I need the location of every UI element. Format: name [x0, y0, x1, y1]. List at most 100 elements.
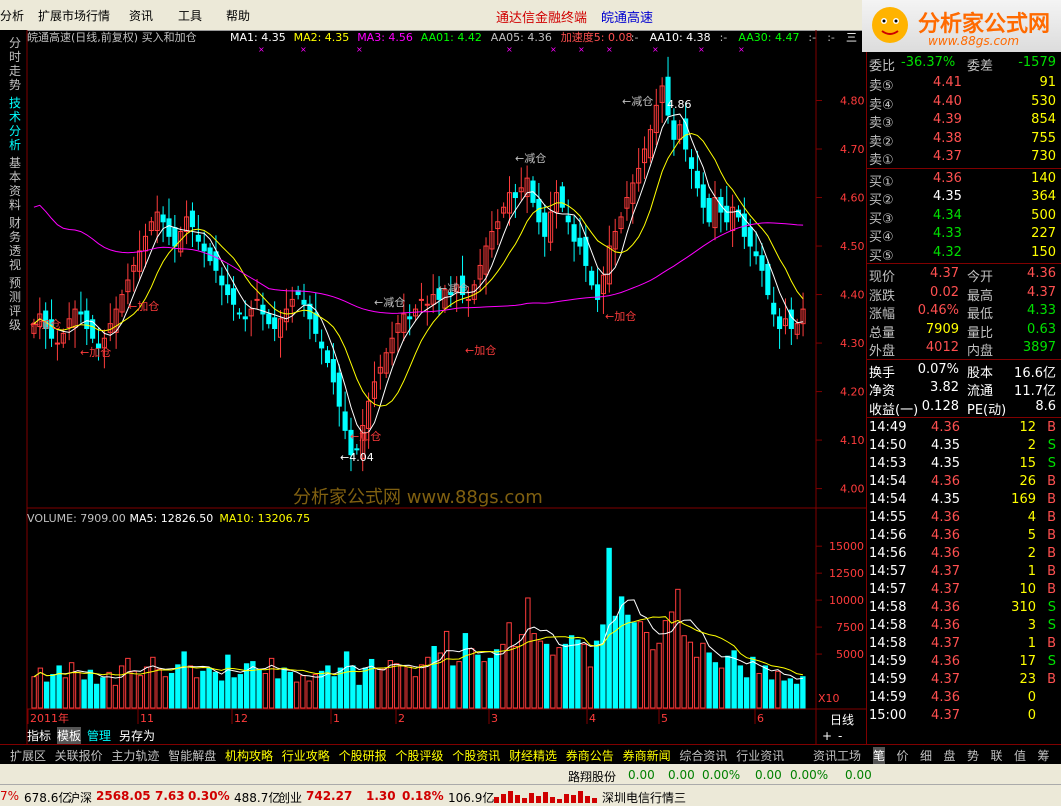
volume-bar: [137, 675, 144, 709]
sell-volume: 530: [1031, 93, 1056, 109]
bottom-tab[interactable]: 券商公告: [566, 747, 614, 764]
bottom-tab[interactable]: 机构攻略: [225, 747, 273, 764]
detail-tab[interactable]: 价: [897, 747, 909, 764]
volume-bar: [75, 671, 81, 709]
ticker-v3: 0.00%: [702, 768, 741, 782]
stat-label2: 今开: [967, 270, 994, 285]
volume-bar: [262, 672, 269, 709]
candle-body: [700, 184, 706, 208]
tick-time: 14:56: [869, 546, 907, 561]
tick-side: B: [1047, 474, 1056, 489]
bottom-tab[interactable]: 主力轨迹: [111, 747, 159, 764]
detail-tab[interactable]: 盘: [944, 747, 956, 764]
detail-tab[interactable]: 势: [967, 747, 979, 764]
tick-time: 14:53: [869, 456, 907, 471]
tick-volume: 12: [1019, 420, 1036, 435]
bottom-tab[interactable]: 资讯工场: [813, 747, 861, 764]
bottom-tab[interactable]: 个股资讯: [452, 747, 500, 764]
header-item: 加速度5: 0.08: [561, 30, 633, 44]
candle-body: [747, 227, 753, 247]
candle-body: [694, 170, 700, 189]
volume-bar: [762, 665, 769, 709]
weidiff-value: -1579: [1018, 55, 1056, 70]
buy-price: 4.32: [933, 244, 962, 260]
volume-bar: [181, 651, 187, 709]
bottom-tab[interactable]: 智能解盘: [168, 747, 216, 764]
tick-volume: 310: [1011, 600, 1036, 615]
tick-time: 14:56: [869, 528, 907, 543]
sell-price: 4.41: [933, 75, 962, 90]
logo: 分析家公式网 www.88gs.com: [862, 0, 1061, 52]
trade-annotation: ←加仓: [80, 345, 111, 359]
detail-tab[interactable]: 筹: [1038, 747, 1050, 764]
stat-label: 总量: [869, 325, 896, 341]
detail-tab[interactable]: 值: [1014, 747, 1026, 764]
header-marker: ×: [652, 45, 659, 54]
sell-label: 卖②: [869, 134, 894, 150]
candle-body: [671, 120, 677, 140]
bottom-tab[interactable]: 行业攻略: [282, 747, 330, 764]
bottom-tab[interactable]: 扩展区: [10, 747, 46, 764]
zoom-in-button[interactable]: +: [822, 729, 832, 743]
x-tick-label: 12: [234, 712, 248, 725]
tick-time: 14:54: [869, 474, 907, 489]
stat-label: 现价: [869, 270, 896, 285]
detail-tab[interactable]: 细: [920, 747, 932, 764]
manage-button[interactable]: 管理: [87, 727, 111, 744]
bottom-tab[interactable]: 财经精选: [509, 747, 557, 764]
header-item: AA05: 4.36: [491, 31, 552, 44]
volume-tick-label: 15000: [829, 540, 864, 553]
tick-side: S: [1047, 456, 1056, 471]
volume-bar: [118, 665, 125, 709]
tick-time: 14:59: [869, 672, 907, 687]
candle-body: [342, 411, 348, 431]
tick-row: 14:55 4.36 4 B: [869, 509, 1060, 527]
volume-bar: [150, 656, 156, 709]
volume-bar: [637, 621, 644, 709]
buy-label: 买②: [869, 193, 894, 208]
price-tick-label: 4.70: [840, 143, 865, 156]
market-breadth-bar: [550, 797, 555, 803]
volume-bar: [750, 656, 756, 709]
tick-volume: 23: [1019, 672, 1036, 687]
tick-row: 14:54 4.36 26 B: [869, 473, 1060, 491]
sell-level-row: 卖① 4.37 730: [869, 148, 1060, 168]
bottom-tab[interactable]: 个股评级: [395, 747, 443, 764]
volume-header-item: MA5: 12826.50: [130, 512, 214, 525]
stat-value: 4012: [925, 340, 959, 355]
bottom-tab[interactable]: 行业资讯: [736, 747, 784, 764]
bottom-tab[interactable]: 综合资讯: [679, 747, 727, 764]
stat-label2: 最低: [967, 307, 994, 322]
sell-price: 4.37: [933, 149, 962, 164]
volume-bar: [681, 635, 687, 709]
tick-time: 14:58: [869, 618, 907, 633]
volume-bar: [400, 665, 406, 709]
stat-label: 涨跌: [869, 288, 896, 304]
status-sh-pct: 7%: [0, 789, 20, 803]
volume-bar: [50, 674, 56, 709]
detail-tab[interactable]: 笔: [873, 747, 886, 764]
detail-tab[interactable]: 联: [991, 747, 1003, 764]
tick-row: 14:58 4.37 1 B: [869, 635, 1060, 653]
save-as-button[interactable]: 另存为: [119, 727, 155, 744]
template-button[interactable]: 模板: [57, 727, 82, 744]
bottom-tab[interactable]: 关联报价: [55, 747, 103, 764]
candle-body: [242, 316, 248, 320]
candle-body: [354, 448, 360, 451]
period-label[interactable]: 日线: [830, 711, 854, 728]
market-bars-icon: [494, 791, 597, 803]
header-item: :-: [808, 31, 816, 44]
market-breadth-bar: [494, 797, 499, 803]
header-marker: ×: [550, 45, 557, 54]
zoom-out-button[interactable]: -: [838, 729, 842, 743]
tick-volume: 1: [1027, 564, 1036, 579]
quote-stat-row: 现价 4.37 今开 4.36: [869, 265, 1060, 285]
quote-stat-row: 外盘 4012 内盘 3897: [869, 339, 1060, 359]
candle-body: [201, 243, 207, 252]
candle-body: [542, 212, 548, 237]
indicator-button[interactable]: 指标: [27, 727, 51, 744]
bottom-tab[interactable]: 个股研报: [339, 747, 387, 764]
chart-area[interactable]: 皖通高速(日线,前复权) 买入和加仓 MA1: 4.35 MA2: 4.35 MA3…: [0, 0, 866, 744]
fund-stat-row: 收益(一) 0.128 PE(动) 8.6: [869, 398, 1060, 418]
bottom-tab[interactable]: 券商新闻: [623, 747, 671, 764]
